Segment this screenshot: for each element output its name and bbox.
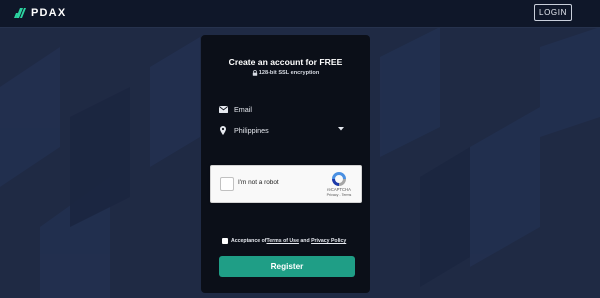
signup-title: Create an account for FREE [228, 57, 343, 67]
acceptance-and: and [298, 238, 312, 244]
lock-icon [252, 70, 257, 76]
recaptcha-label: I'm not a robot [238, 179, 279, 186]
caret-down-icon [338, 127, 344, 131]
acceptance-checkbox[interactable] [222, 238, 228, 244]
acceptance-row: Acceptance of Terms of Use and Privacy P… [222, 238, 346, 244]
register-button[interactable]: Register [219, 256, 355, 277]
country-select[interactable]: Philippines [218, 122, 358, 138]
recaptcha-brand: reCAPTCHA [327, 187, 351, 192]
pdax-logo-icon [14, 8, 26, 18]
login-button[interactable]: LOGIN [534, 4, 572, 21]
brand-name: PDAX [31, 7, 67, 19]
signup-card: Create an account for FREE 128-bit SSL e… [201, 35, 370, 293]
acceptance-prefix: Acceptance of [231, 238, 267, 244]
map-pin-icon [218, 125, 228, 135]
recaptcha-terms-link[interactable]: Terms [342, 193, 352, 197]
recaptcha-checkbox[interactable] [220, 177, 234, 191]
recaptcha-links: Privacy - Terms [319, 193, 359, 197]
email-placeholder: Email [234, 104, 252, 114]
ssl-note-text: 128-bit SSL encryption [258, 70, 320, 76]
ssl-note: 128-bit SSL encryption [201, 70, 370, 76]
top-navigation-bar: PDAX LOGIN [0, 0, 600, 28]
recaptcha-widget: I'm not a robot reCAPTCHA Privacy - Term… [210, 165, 362, 203]
envelope-icon [218, 104, 228, 114]
country-value: Philippines [234, 125, 269, 135]
recaptcha-logo-icon [332, 172, 346, 186]
recaptcha-privacy-link[interactable]: Privacy [327, 193, 339, 197]
email-field[interactable]: Email [218, 101, 358, 117]
pdax-logo[interactable]: PDAX [14, 6, 66, 20]
privacy-policy-link[interactable]: Privacy Policy [311, 238, 346, 244]
terms-of-use-link[interactable]: Terms of Use [266, 238, 298, 244]
